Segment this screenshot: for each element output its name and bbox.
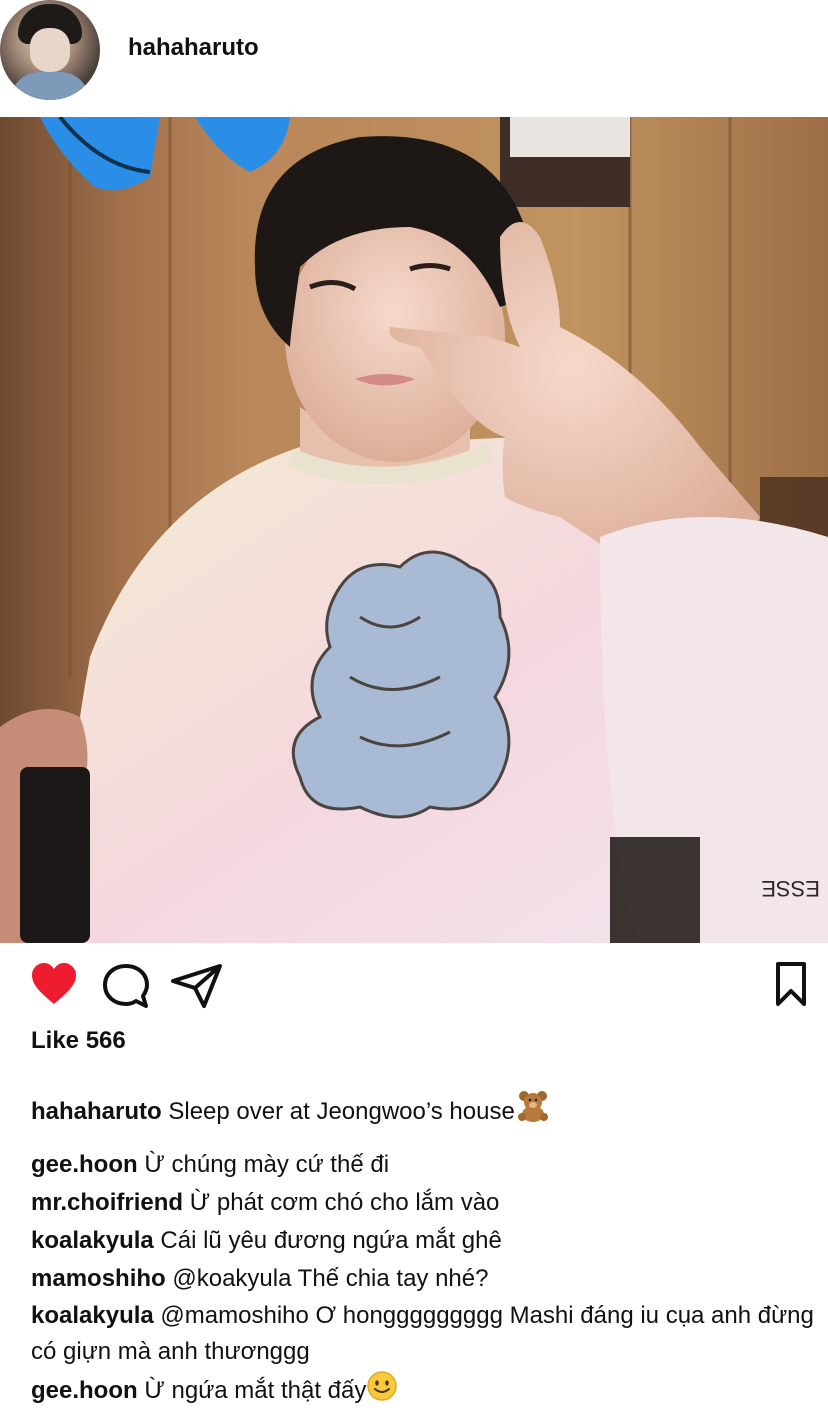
comment-username[interactable]: gee.hoon — [31, 1151, 138, 1178]
comment-icon[interactable] — [102, 963, 150, 1014]
avatar[interactable] — [0, 0, 100, 100]
comment-text: Ừ phát cơm chó cho lắm vào — [189, 1189, 500, 1216]
paper-plane-icon[interactable] — [170, 963, 224, 1014]
comment-username[interactable]: koalakyula — [31, 1227, 154, 1254]
caption-text: Sleep over at Jeongwoo’s house — [168, 1098, 515, 1125]
comment-item: koalakyula @mamoshiho Ơ honggggggggg Mas… — [31, 1298, 821, 1370]
sleeve-print-text: ESSE — [761, 876, 820, 901]
slightly-smiling-face-icon — [366, 1370, 398, 1414]
comment-text: Cái lũ yêu đương ngứa mắt ghê — [160, 1227, 502, 1254]
comment-username[interactable]: mr.choifriend — [31, 1189, 183, 1216]
post-caption: hahaharuto Sleep over at Jeongwoo’s hous… — [31, 1089, 811, 1132]
caption-username[interactable]: hahaharuto — [31, 1098, 162, 1125]
post-author-username[interactable]: hahaharuto — [128, 34, 259, 62]
comment-username[interactable]: mamoshiho — [31, 1265, 166, 1292]
comment-username[interactable]: koalakyula — [31, 1302, 154, 1329]
comment-item: gee.hoon Ừ chúng mày cứ thế đi — [31, 1146, 821, 1184]
teddy-bear-icon — [515, 1089, 551, 1132]
post-action-bar — [0, 955, 828, 1015]
post-photo[interactable]: ESSE — [0, 117, 828, 943]
comment-text: @koakyula Thế chia tay nhé? — [172, 1265, 489, 1292]
avatar-face — [30, 28, 70, 72]
post-header: hahaharuto — [0, 0, 828, 112]
comment-item: koalakyula Cái lũ yêu đương ngứa mắt ghê — [31, 1222, 821, 1260]
comments-list: gee.hoon Ừ chúng mày cứ thế đi mr.choifr… — [31, 1146, 821, 1414]
comment-text: Ừ chúng mày cứ thế đi — [144, 1151, 390, 1178]
comment-item: mamoshiho @koakyula Thế chia tay nhé? — [31, 1260, 821, 1298]
bookmark-icon[interactable] — [774, 961, 808, 1012]
comment-text: Ừ ngứa mắt thật đấy — [144, 1377, 367, 1404]
comment-item: mr.choifriend Ừ phát cơm chó cho lắm vào — [31, 1184, 821, 1222]
likes-count[interactable]: Like 566 — [31, 1027, 126, 1055]
comment-item: gee.hoon Ừ ngứa mắt thật đấy — [31, 1370, 821, 1414]
comment-username[interactable]: gee.hoon — [31, 1377, 138, 1404]
post-photo-illustration: ESSE — [0, 117, 828, 943]
avatar-shirt — [10, 72, 90, 100]
heart-icon[interactable] — [30, 962, 78, 1011]
